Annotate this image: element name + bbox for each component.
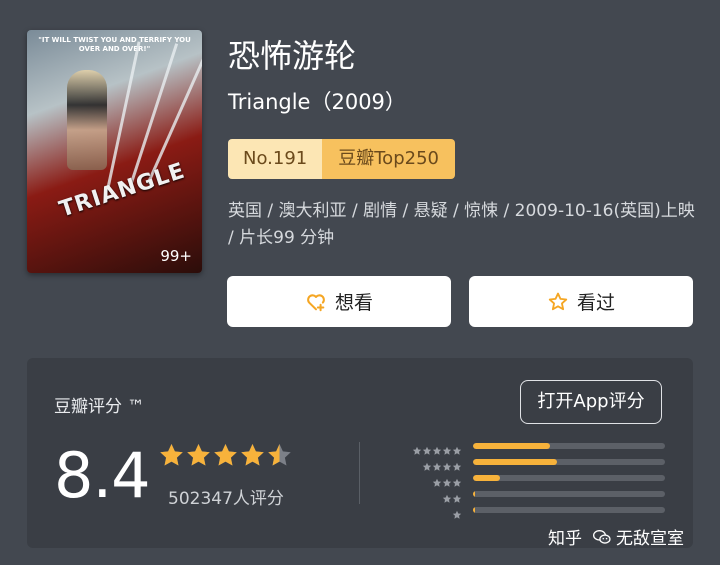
small-star-icon bbox=[442, 457, 452, 471]
distribution-fill bbox=[473, 459, 558, 465]
rating-distribution-row bbox=[399, 438, 669, 455]
heart-plus-icon bbox=[307, 293, 325, 311]
distribution-fill bbox=[473, 491, 475, 497]
small-star-icon bbox=[452, 441, 462, 455]
rating-distribution bbox=[399, 438, 669, 519]
rating-votes: 502347人评分 bbox=[168, 489, 284, 509]
movie-title-cn: 恐怖游轮 bbox=[228, 37, 357, 75]
distribution-fill bbox=[473, 443, 550, 449]
distribution-track bbox=[473, 443, 665, 449]
distribution-stars bbox=[422, 457, 462, 471]
distribution-stars bbox=[452, 505, 462, 519]
rating-distribution-row bbox=[399, 470, 669, 487]
poster-figure bbox=[67, 70, 107, 170]
star-outline-icon bbox=[548, 292, 568, 310]
distribution-stars bbox=[432, 473, 462, 487]
rating-star-icon bbox=[268, 444, 291, 466]
rating-distribution-row bbox=[399, 502, 669, 519]
small-star-icon bbox=[442, 489, 452, 503]
distribution-track bbox=[473, 491, 665, 497]
poster-photo-count: 99+ bbox=[160, 247, 192, 265]
small-star-icon bbox=[452, 473, 462, 487]
small-star-icon bbox=[432, 457, 442, 471]
rating-panel: 豆瓣评分 ™ 打开App评分 8.4 502347人评分 bbox=[27, 358, 693, 548]
rating-stars bbox=[158, 442, 293, 470]
movie-meta: 英国 / 澳大利亚 / 剧情 / 悬疑 / 惊悚 / 2009-10-16(英国… bbox=[228, 201, 695, 248]
small-star-icon bbox=[422, 457, 432, 471]
distribution-track bbox=[473, 459, 665, 465]
rank-number: No.191 bbox=[228, 139, 323, 179]
watermark-site: 知乎 bbox=[548, 529, 582, 549]
rank-badge[interactable]: No.191 豆瓣Top250 bbox=[228, 139, 455, 179]
rating-star-icon bbox=[214, 444, 237, 466]
rating-divider bbox=[359, 442, 360, 504]
small-star-icon bbox=[452, 457, 462, 471]
small-star-icon bbox=[442, 441, 452, 455]
small-star-icon bbox=[442, 473, 452, 487]
rank-list: 豆瓣Top250 bbox=[322, 139, 455, 179]
movie-poster[interactable]: "IT WILL TWIST YOU AND TERRIFY YOU OVER … bbox=[27, 30, 202, 273]
rating-star-icon bbox=[160, 444, 183, 466]
movie-title-en: Triangle（2009） bbox=[228, 90, 406, 114]
open-app-rating-button[interactable]: 打开App评分 bbox=[520, 380, 662, 424]
distribution-stars bbox=[412, 441, 462, 455]
watched-label: 看过 bbox=[576, 292, 615, 314]
want-to-watch-label: 想看 bbox=[334, 292, 373, 314]
want-to-watch-button[interactable]: 想看 bbox=[227, 276, 451, 327]
watermark: 知乎 无敌宣室 bbox=[548, 524, 684, 549]
watched-button[interactable]: 看过 bbox=[469, 276, 693, 327]
small-star-icon bbox=[422, 441, 432, 455]
distribution-fill bbox=[473, 475, 500, 481]
rating-star-icon bbox=[241, 444, 264, 466]
small-star-icon bbox=[432, 473, 442, 487]
distribution-fill bbox=[473, 507, 475, 513]
distribution-stars bbox=[442, 489, 462, 503]
rating-score: 8.4 bbox=[54, 439, 151, 512]
distribution-track bbox=[473, 507, 665, 513]
watermark-author: 无敌宣室 bbox=[616, 529, 684, 549]
small-star-icon bbox=[432, 441, 442, 455]
small-star-icon bbox=[412, 441, 422, 455]
small-star-icon bbox=[452, 489, 462, 503]
distribution-track bbox=[473, 475, 665, 481]
wechat-icon bbox=[593, 529, 611, 544]
rating-label: 豆瓣评分 ™ bbox=[54, 397, 145, 417]
rating-distribution-row bbox=[399, 486, 669, 503]
small-star-icon bbox=[452, 505, 462, 519]
rating-star-icon bbox=[187, 444, 210, 466]
rating-distribution-row bbox=[399, 454, 669, 471]
